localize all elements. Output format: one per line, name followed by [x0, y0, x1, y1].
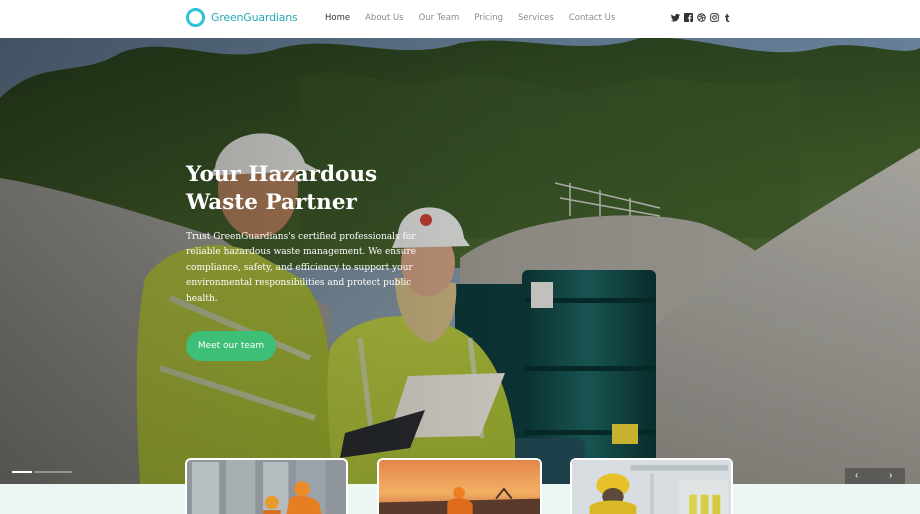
- site-header: GreenGuardians Home About Us Our Team Pr…: [0, 0, 920, 38]
- facebook-icon[interactable]: [684, 13, 693, 22]
- hazmat-worker-photo: [572, 460, 731, 514]
- tumblr-icon[interactable]: [723, 13, 732, 22]
- hero-slider: Your Hazardous Waste Partner Trust Green…: [0, 38, 920, 484]
- industrial-workers-photo: [187, 460, 346, 514]
- slider-arrows: ‹ ›: [845, 468, 905, 484]
- hero-title-line-2: Waste Partner: [186, 190, 357, 215]
- dribbble-icon[interactable]: [697, 13, 706, 22]
- nav-item-services[interactable]: Services: [518, 13, 554, 23]
- nav-item-contact-us[interactable]: Contact Us: [569, 13, 615, 23]
- slider-indicator-active[interactable]: [12, 471, 32, 473]
- social-links: [671, 13, 736, 22]
- brand-logo[interactable]: GreenGuardians: [186, 8, 298, 27]
- service-card-2[interactable]: [377, 458, 542, 514]
- sunset-workers-photo: [379, 460, 540, 514]
- brand-name: GreenGuardians: [211, 11, 298, 24]
- hero-title: Your Hazardous Waste Partner: [186, 161, 446, 217]
- nav-item-pricing[interactable]: Pricing: [474, 13, 503, 23]
- hero-title-line-1: Your Hazardous: [186, 162, 378, 187]
- logo-ring-icon: [186, 8, 205, 27]
- nav-item-home[interactable]: Home: [325, 13, 350, 23]
- slider-indicator[interactable]: [34, 471, 72, 473]
- twitter-icon[interactable]: [671, 13, 680, 22]
- nav-item-about-us[interactable]: About Us: [365, 13, 403, 23]
- main-nav: Home About Us Our Team Pricing Services …: [325, 13, 630, 23]
- service-card-3[interactable]: [570, 458, 733, 514]
- service-card-1[interactable]: [185, 458, 348, 514]
- slider-prev-icon[interactable]: ‹: [855, 470, 858, 481]
- instagram-icon[interactable]: [710, 13, 719, 22]
- hero-description: Trust GreenGuardians's certified profess…: [186, 232, 417, 304]
- slider-progress[interactable]: [12, 471, 72, 473]
- hero-background-photo: [0, 38, 920, 484]
- meet-our-team-button[interactable]: Meet our team: [186, 331, 276, 361]
- nav-item-our-team[interactable]: Our Team: [419, 13, 460, 23]
- slider-next-icon[interactable]: ›: [889, 470, 892, 481]
